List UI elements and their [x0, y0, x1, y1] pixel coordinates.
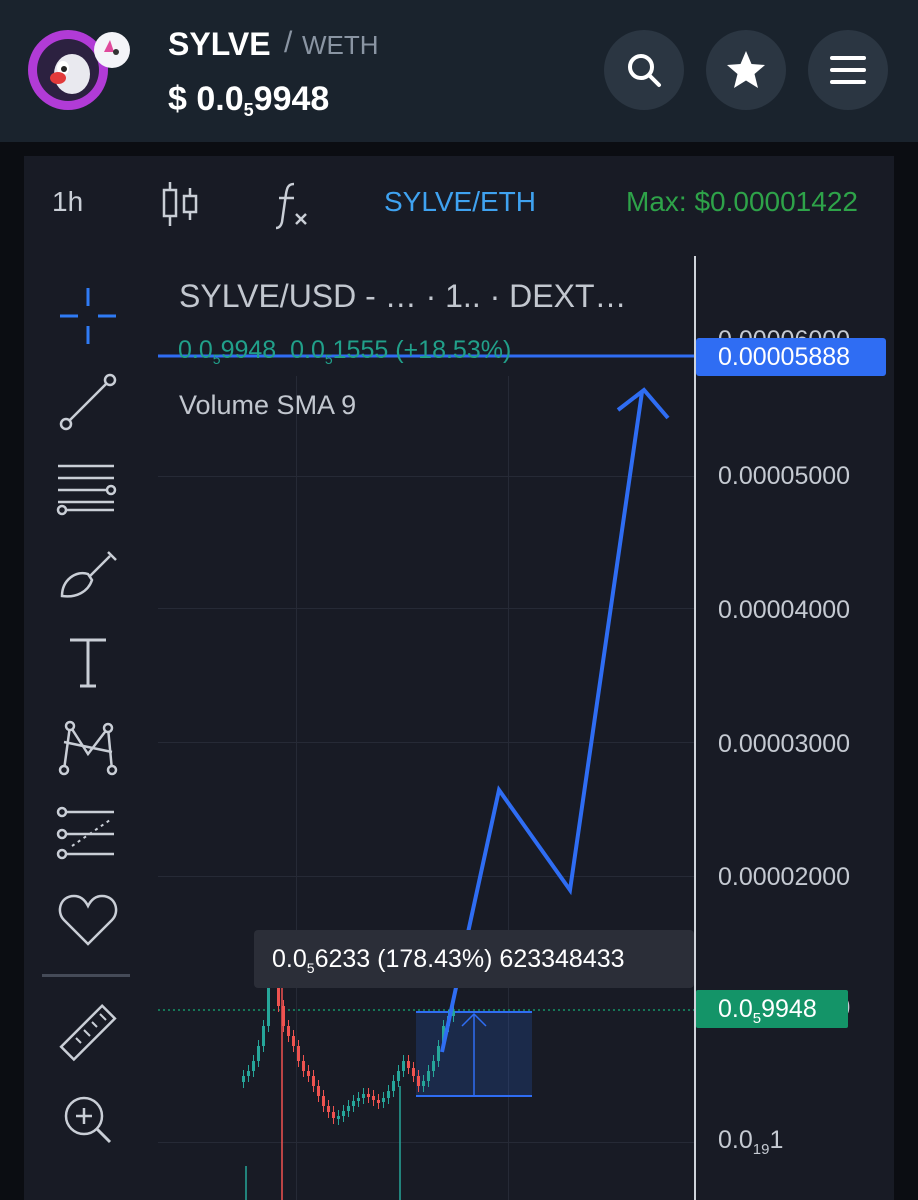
candle-body: [292, 1036, 295, 1046]
ohlc-value-2-prefix: 0.0: [290, 336, 325, 364]
axis-label: 0.00003000: [718, 730, 851, 758]
price-zero-count: 5: [243, 100, 254, 120]
candle-body: [242, 1076, 245, 1082]
axis-label: 0.0191: [718, 1126, 783, 1158]
axis-label-top: 0.00006000: [718, 326, 850, 338]
candle-body: [302, 1061, 305, 1071]
candle-body: [437, 1046, 440, 1061]
candle-body: [372, 1096, 375, 1100]
candle-body: [307, 1071, 310, 1076]
candle-body: [322, 1096, 325, 1106]
price-digits: 9948: [253, 80, 330, 118]
candle-body: [402, 1061, 405, 1071]
ohlc-value-1-zeros: 5: [212, 351, 221, 367]
current-price-zeros: 5: [752, 1010, 762, 1027]
candle-body: [352, 1101, 355, 1106]
ohlc-value-2-digits: 1555: [332, 336, 389, 364]
candle-body: [362, 1094, 365, 1098]
axis-bottom-digit: 1: [769, 1126, 784, 1154]
axis-bottom-zeros: 19: [752, 1141, 770, 1158]
axis-label: 0.00005000: [718, 462, 851, 490]
axis-label: 0.00002000: [718, 863, 851, 891]
ohlc-value-1-prefix: 0.0: [178, 336, 213, 364]
candle-body: [412, 1068, 415, 1076]
candle-body: [407, 1061, 410, 1068]
candle-body: [397, 1071, 400, 1081]
measure-zeros: 5: [306, 960, 315, 976]
menu-button[interactable]: [808, 30, 888, 110]
candle-body: [347, 1106, 350, 1111]
price-currency: $: [168, 80, 187, 118]
candle-body: [297, 1046, 300, 1061]
token-header: SYLVE / WETH $ 0.059948: [0, 0, 918, 142]
measure-tooltip: 0.056233 (178.43%) 623348433: [254, 930, 694, 988]
candle-body: [357, 1098, 360, 1101]
price-axis-border: [694, 256, 696, 1200]
candle-body: [252, 1061, 255, 1071]
current-price-prefix: 0.0: [718, 995, 753, 1023]
candle-body: [432, 1061, 435, 1071]
favorite-button[interactable]: [706, 30, 786, 110]
quote-symbol: WETH: [302, 30, 379, 60]
search-icon: [628, 54, 661, 87]
menu-icon: [830, 56, 866, 84]
axis-bottom-prefix: 0.0: [718, 1126, 753, 1154]
chart-panel: 1h SYLVE/ETH Max: $0.00001422 0.00005000…: [24, 156, 894, 1200]
candle-body: [367, 1094, 370, 1097]
axis-label: 0.00004000: [718, 596, 851, 624]
candle-body: [417, 1076, 420, 1086]
search-button[interactable]: [604, 30, 684, 110]
candle-body: [377, 1100, 380, 1103]
price-prefix: 0.0: [196, 80, 244, 118]
candle-body: [327, 1106, 330, 1112]
candle-body: [262, 1026, 265, 1046]
candle-body: [332, 1112, 335, 1118]
token-avatar: [28, 30, 132, 110]
candle-body: [312, 1076, 315, 1086]
series-legend-title[interactable]: SYLVE/USD - … · 1.. · DEXT…: [179, 278, 626, 315]
ohlc-value-1-digits: 9948: [220, 336, 277, 364]
token-symbol: SYLVE: [168, 26, 271, 62]
current-price-tag: 0.059948: [696, 990, 848, 1028]
volume-legend[interactable]: Volume SMA 9: [179, 390, 356, 421]
current-price-digits: 9948: [761, 995, 817, 1023]
candle-body: [427, 1071, 430, 1081]
candle-body: [337, 1116, 340, 1119]
candle-body: [287, 1026, 290, 1036]
candle-body: [387, 1091, 390, 1098]
pair-separator: /: [284, 26, 293, 59]
ohlc-change: (+18.53%): [395, 336, 512, 364]
star-icon: [727, 51, 765, 88]
token-price: $ 0.059948: [168, 80, 329, 121]
candle-body: [382, 1098, 385, 1102]
ohlc-value-2-zeros: 5: [324, 351, 333, 367]
measure-rest: 6233 (178.43%) 623348433: [314, 945, 625, 973]
ohlc-legend: 0.059948 0.051555 (+18.53%): [178, 336, 511, 367]
candle-body: [342, 1111, 345, 1116]
candle-body: [422, 1081, 425, 1086]
candle-body: [317, 1086, 320, 1096]
candle-body: [392, 1081, 395, 1091]
candle-body: [247, 1071, 250, 1076]
candle-body: [257, 1046, 260, 1061]
drawn-line-price-tag: 0.00005888: [696, 338, 886, 376]
measure-prefix: 0.0: [272, 945, 307, 973]
